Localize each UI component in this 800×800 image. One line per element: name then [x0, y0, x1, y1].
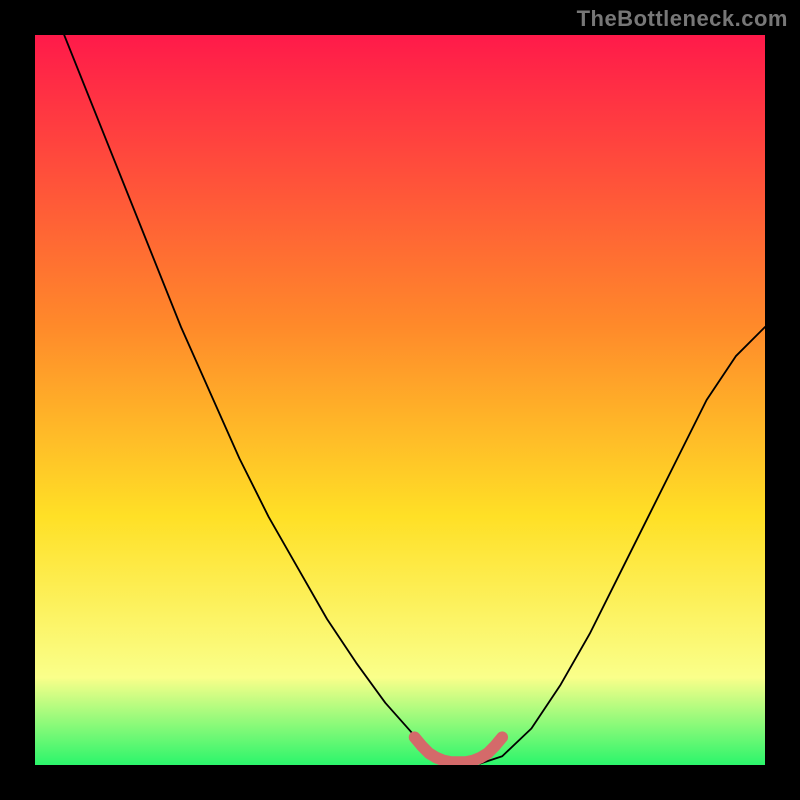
chart-stage: TheBottleneck.com: [0, 0, 800, 800]
plot-frame: [35, 35, 765, 765]
gradient-background: [35, 35, 765, 765]
watermark-text: TheBottleneck.com: [577, 6, 788, 32]
plot-svg: [35, 35, 765, 765]
